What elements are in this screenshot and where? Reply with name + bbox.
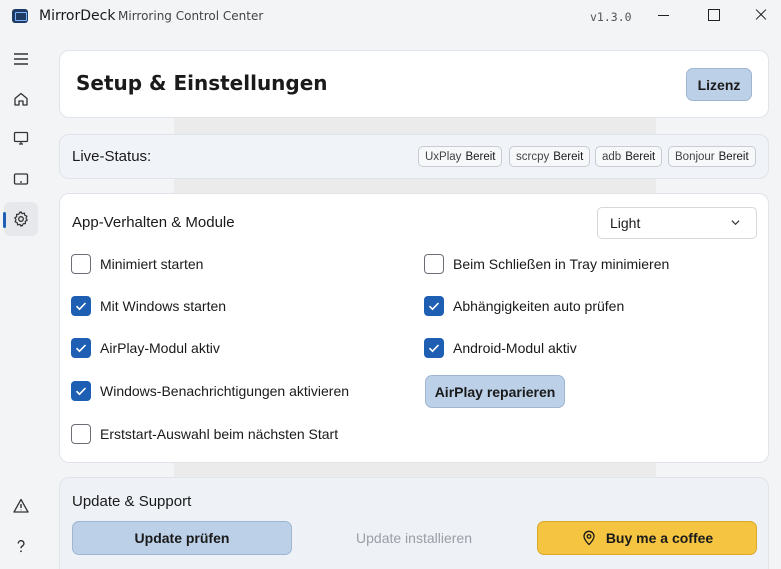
section-title: App-Verhalten & Module [72, 214, 235, 231]
close-window-button[interactable] [751, 6, 771, 26]
theme-select[interactable]: Light [597, 207, 757, 239]
buy-coffee-label: Buy me a coffee [605, 530, 714, 546]
title-bar: MirrorDeck Mirroring Control Center v1.3… [0, 0, 781, 32]
install-update-button[interactable]: Update installieren [305, 521, 523, 555]
checkbox-box[interactable] [424, 296, 444, 316]
checkbox-box[interactable] [424, 338, 444, 358]
update-support-card: Update & Support Update prüfen Update in… [59, 477, 769, 569]
home-icon [14, 92, 28, 106]
buy-coffee-button[interactable]: Buy me a coffee [537, 521, 757, 555]
start-minimized-checkbox[interactable]: Minimiert starten [71, 254, 203, 274]
hamburger-menu-icon [14, 53, 28, 65]
checkbox-label: AirPlay-Modul aktiv [100, 340, 220, 356]
page-title: Setup & Einstellungen [76, 71, 328, 95]
app-logo-icon [12, 9, 28, 23]
section-title: Update & Support [72, 493, 192, 510]
checkbox-box[interactable] [71, 254, 91, 274]
app-subtitle: Mirroring Control Center [118, 9, 264, 23]
app-title: MirrorDeck [39, 8, 116, 24]
version-label: v1.3.0 [590, 10, 632, 24]
sidebar-item-warnings[interactable] [4, 489, 38, 523]
checkmark-icon [75, 344, 87, 353]
monitor-icon [13, 131, 29, 145]
checkbox-box[interactable] [71, 424, 91, 444]
checkbox-label: Android-Modul aktiv [453, 340, 577, 356]
app-behavior-card: App-Verhalten & Module Light Minimiert s… [59, 193, 769, 463]
service-state: Bereit [718, 150, 749, 163]
service-name: UxPlay [425, 150, 462, 163]
service-state: Bereit [625, 150, 656, 163]
checkmark-icon [75, 302, 87, 311]
gear-icon [14, 211, 28, 227]
status-badge-adb: adb Bereit [595, 146, 663, 167]
checkmark-icon [428, 344, 440, 353]
sidebar-item-home[interactable] [4, 82, 38, 116]
maximize-window-button[interactable] [704, 6, 724, 26]
chevron-down-icon [731, 220, 740, 226]
tray-on-close-checkbox[interactable]: Beim Schließen in Tray minimieren [424, 254, 669, 274]
service-state: Bereit [553, 150, 584, 163]
location-pin-icon [583, 530, 595, 546]
tablet-icon [13, 173, 29, 185]
service-state: Bereit [465, 150, 496, 163]
repair-airplay-button[interactable]: AirPlay reparieren [425, 375, 565, 408]
sidebar-item-android[interactable] [4, 162, 38, 196]
warning-icon [13, 498, 29, 513]
sidebar-menu-button[interactable] [4, 42, 38, 76]
license-button[interactable]: Lizenz [686, 68, 752, 101]
status-badge-scrcpy: scrcpy Bereit [509, 146, 591, 167]
checkbox-label: Mit Windows starten [100, 298, 227, 314]
checkbox-box[interactable] [424, 254, 444, 274]
checkbox-label: Erststart-Auswahl beim nächsten Start [100, 426, 339, 442]
android-module-checkbox[interactable]: Android-Modul aktiv [424, 338, 577, 358]
help-icon [17, 540, 25, 553]
checkmark-icon [75, 387, 87, 396]
sidebar-item-settings[interactable] [3, 202, 38, 236]
theme-select-value: Light [610, 215, 641, 231]
status-badge-bonjour: Bonjour Bereit [668, 146, 756, 167]
live-status-label: Live-Status: [72, 148, 152, 165]
checkbox-box[interactable] [71, 296, 91, 316]
service-name: Bonjour [675, 150, 715, 163]
checkbox-label: Minimiert starten [100, 256, 204, 272]
first-start-selection-checkbox[interactable]: Erststart-Auswahl beim nächsten Start [71, 424, 338, 444]
checkbox-label: Windows-Benachrichtigungen aktivieren [100, 383, 350, 399]
windows-notifications-checkbox[interactable]: Windows-Benachrichtigungen aktivieren [71, 381, 349, 401]
checkbox-box[interactable] [71, 338, 91, 358]
check-dependencies-checkbox[interactable]: Abhängigkeiten auto prüfen [424, 296, 624, 316]
airplay-module-checkbox[interactable]: AirPlay-Modul aktiv [71, 338, 220, 358]
sidebar-item-desktop[interactable] [4, 121, 38, 155]
start-with-windows-checkbox[interactable]: Mit Windows starten [71, 296, 226, 316]
checkbox-label: Beim Schließen in Tray minimieren [453, 256, 670, 272]
checkmark-icon [428, 302, 440, 311]
sidebar-item-help[interactable] [4, 529, 38, 563]
check-update-button[interactable]: Update prüfen [72, 521, 292, 555]
checkbox-box[interactable] [71, 381, 91, 401]
status-badge-uxplay: UxPlay Bereit [418, 146, 503, 167]
active-indicator [3, 212, 6, 228]
service-name: scrcpy [516, 150, 550, 163]
checkbox-label: Abhängigkeiten auto prüfen [453, 298, 625, 314]
header-card: Setup & Einstellungen Lizenz [59, 50, 769, 118]
minimize-window-button[interactable] [655, 6, 675, 26]
service-name: adb [602, 150, 622, 163]
live-status-card: Live-Status: UxPlay Bereit scrcpy Bereit… [59, 134, 769, 179]
